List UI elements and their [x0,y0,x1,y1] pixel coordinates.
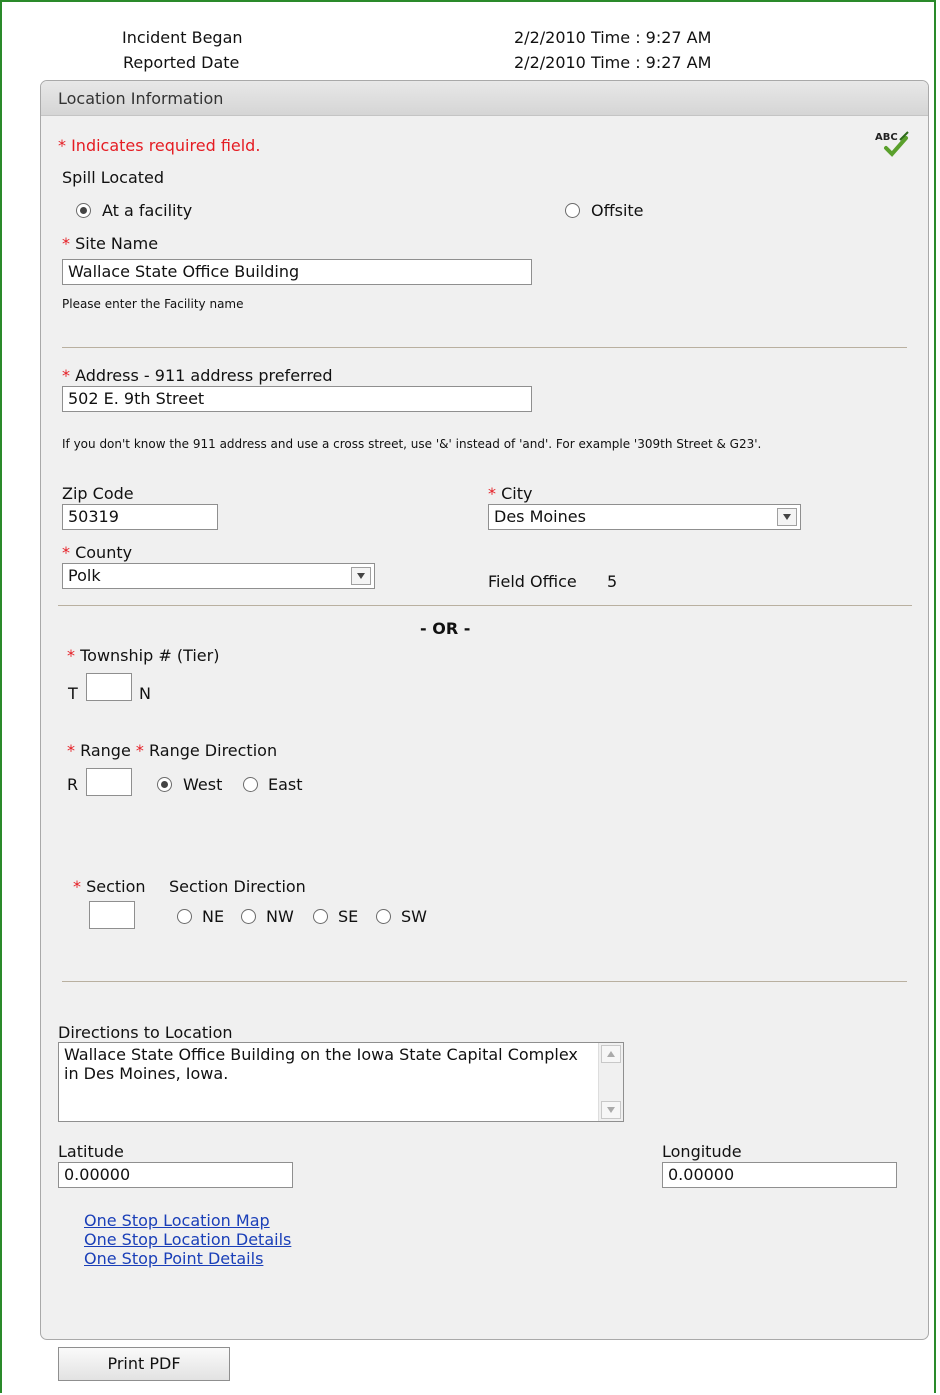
range-prefix: R [67,775,79,794]
panel-header: Location Information [41,81,928,116]
site-name-hint: Please enter the Facility name [62,297,244,311]
reported-date-value: 2/2/2010 Time : 9:27 AM [514,53,712,72]
site-name-input[interactable]: Wallace State Office Building [62,259,532,285]
radio-offsite-label: Offsite [591,201,644,220]
radio-section-se-label: SE [338,907,359,926]
link-one-stop-location-details[interactable]: One Stop Location Details [84,1230,291,1249]
radio-range-west-label: West [183,775,223,794]
chevron-down-icon[interactable] [351,567,371,585]
radio-section-ne[interactable] [177,909,192,924]
radio-section-nw-label: NW [266,907,294,926]
radio-section-sw-label: SW [401,907,427,926]
scroll-up-icon[interactable] [601,1045,621,1063]
divider [62,981,907,982]
or-separator: - OR - [420,619,471,638]
longitude-input[interactable]: 0.00000 [662,1162,897,1188]
directions-text: Wallace State Office Building on the Iow… [64,1045,578,1083]
section-direction-label: Section Direction [169,877,306,896]
link-one-stop-point-details[interactable]: One Stop Point Details [84,1249,263,1268]
radio-section-ne-label: NE [202,907,225,926]
latitude-label: Latitude [58,1142,124,1161]
township-label: * Township # (Tier) [67,646,220,665]
address-input[interactable]: 502 E. 9th Street [62,386,532,412]
panel-title: Location Information [58,89,224,108]
scroll-down-icon[interactable] [601,1101,621,1119]
radio-section-nw[interactable] [241,909,256,924]
incident-began-value: 2/2/2010 Time : 9:27 AM [514,28,712,47]
divider [58,605,912,606]
reported-date-label: Reported Date [123,53,240,72]
radio-range-east-label: East [268,775,303,794]
field-office-label: Field Office [488,572,577,591]
chevron-down-icon[interactable] [777,508,797,526]
county-label: * County [62,543,133,562]
radio-section-sw[interactable] [376,909,391,924]
radio-at-facility[interactable] [76,203,91,218]
radio-at-facility-label: At a facility [102,201,193,220]
link-one-stop-location-map[interactable]: One Stop Location Map [84,1211,270,1230]
range-input[interactable] [86,768,132,796]
address-hint: If you don't know the 911 address and us… [62,437,762,451]
address-label: * Address - 911 address preferred [62,366,333,385]
township-input[interactable] [86,673,132,701]
township-prefix: T [68,684,78,703]
city-label: * City [488,484,533,503]
radio-range-east[interactable] [243,777,258,792]
directions-label: Directions to Location [58,1023,233,1042]
latitude-input[interactable]: 0.00000 [58,1162,293,1188]
longitude-label: Longitude [662,1142,742,1161]
county-select[interactable]: Polk [62,563,375,589]
township-suffix: N [139,684,151,703]
county-selected-value: Polk [68,566,101,585]
print-pdf-button[interactable]: Print PDF [58,1347,230,1381]
zip-code-input[interactable]: 50319 [62,504,218,530]
scrollbar[interactable] [598,1043,623,1121]
section-label: * Section [73,877,146,896]
radio-range-west[interactable] [157,777,172,792]
spill-located-label: Spill Located [62,168,165,187]
city-selected-value: Des Moines [494,507,586,526]
field-office-value: 5 [607,572,618,591]
city-select[interactable]: Des Moines [488,504,801,530]
spellcheck-icon[interactable]: ABC [872,130,912,160]
zip-code-label: Zip Code [62,484,134,503]
radio-offsite[interactable] [565,203,580,218]
section-input[interactable] [89,901,135,929]
site-name-label: * Site Name [62,234,159,253]
incident-began-label: Incident Began [122,28,243,47]
range-label: * Range * Range Direction [67,741,278,760]
divider [62,347,907,348]
directions-textarea[interactable]: Wallace State Office Building on the Iow… [58,1042,624,1122]
required-field-note: * Indicates required field. [58,136,261,155]
radio-section-se[interactable] [313,909,328,924]
